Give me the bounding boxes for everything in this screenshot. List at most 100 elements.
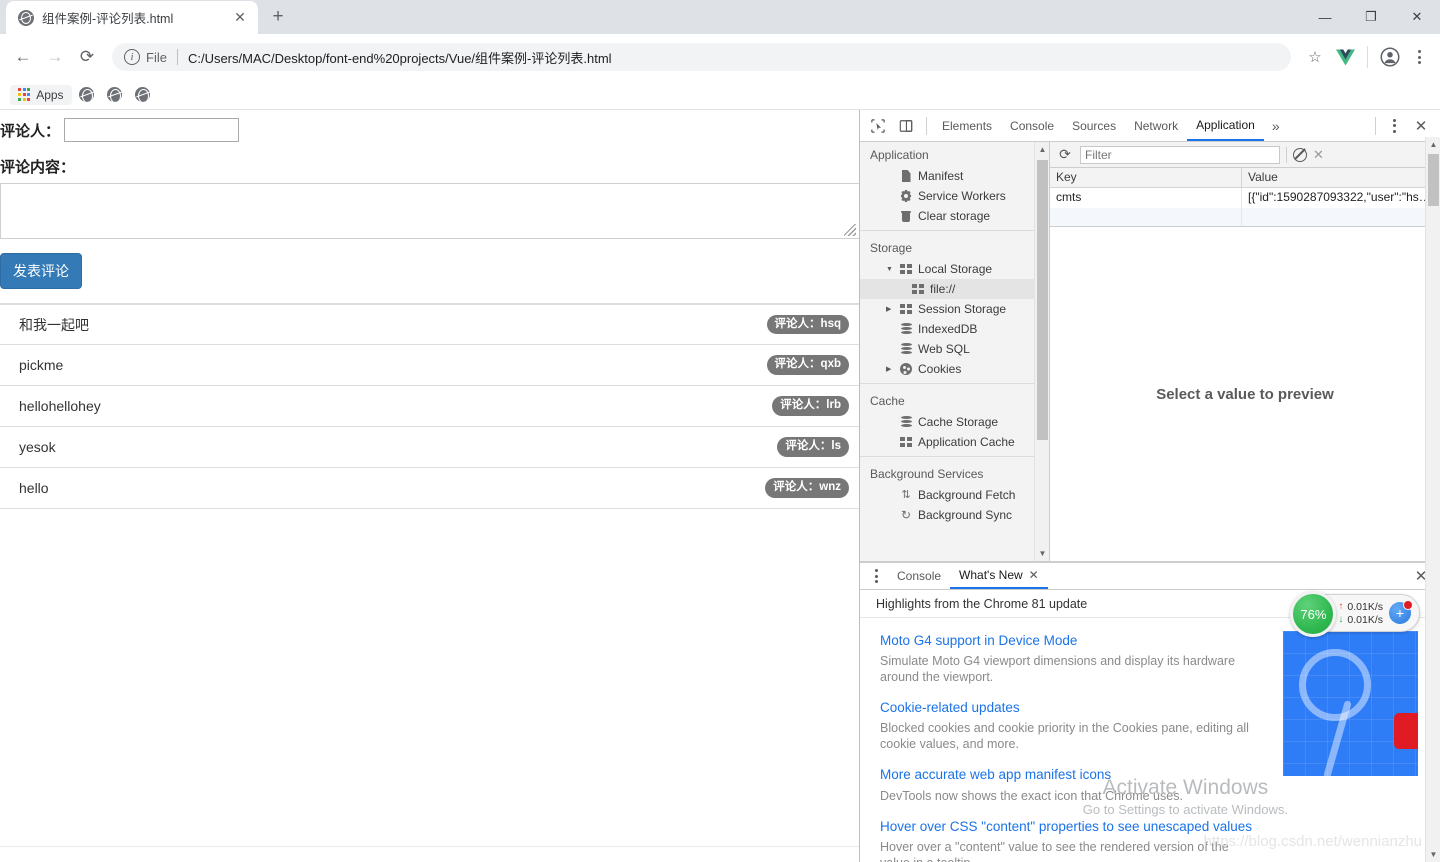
page-horizontal-scrollbar[interactable] [0,846,859,862]
chevron-right-icon[interactable]: ▶ [886,306,894,313]
storage-table: Key Value cmts [{"id":1590287093322,"user… [1050,168,1440,227]
table-header: Key Value [1050,168,1440,188]
grid-icon [899,264,913,274]
bookmark-item-2[interactable] [102,83,128,107]
whats-new-item-link[interactable]: Hover over CSS "content" properties to s… [880,818,1420,836]
page-info-icon[interactable]: i [124,49,140,65]
chevron-down-icon[interactable]: ▼ [886,266,894,273]
scroll-up-icon[interactable]: ▲ [1426,137,1440,152]
sidebar-item-cache-storage[interactable]: Cache Storage [860,412,1049,432]
author-label: 评论人： [0,122,61,140]
address-bar[interactable]: i File C:/Users/MAC/Desktop/font-end%20p… [112,43,1291,71]
sidebar-item-service-workers[interactable]: Service Workers [860,186,1049,206]
browser-tab[interactable]: 组件案例-评论列表.html ✕ [6,1,258,34]
column-header-value[interactable]: Value [1242,168,1440,187]
minimize-button[interactable]: — [1302,0,1348,34]
scrollbar-thumb[interactable] [1428,154,1439,206]
comment-author-badge: 评论人：qxb [766,355,849,375]
close-window-button[interactable]: ✕ [1394,0,1440,34]
vue-devtools-icon[interactable] [1331,43,1359,71]
devtools-tab-sources[interactable]: Sources [1063,110,1125,141]
inspect-cursor-icon[interactable] [864,113,892,139]
floating-promo-tile[interactable] [1283,631,1418,776]
memory-percent-badge[interactable]: 76% [1290,591,1337,637]
network-speed-widget[interactable]: 76% ↑ 0.01K/s ↓ 0.01K/s + [1290,591,1420,637]
web-page-content: 评论人： 评论内容： 发表评论 和我一起吧 评论人：hsq pickme 评论人：qx… [0,110,860,862]
sidebar-item-manifest[interactable]: Manifest [860,166,1049,186]
scroll-up-icon[interactable]: ▲ [1035,142,1049,157]
sidebar-item-file[interactable]: file:// [860,279,1049,299]
sidebar-item-background-fetch[interactable]: ⇅ Background Fetch [860,485,1049,505]
globe-icon [18,9,34,26]
sidebar-item-indexeddb[interactable]: IndexedDB [860,319,1049,339]
drawer-scrollbar[interactable]: ▲ ▼ [1425,137,1440,862]
more-tabs-button[interactable]: » [1264,118,1288,134]
column-header-key[interactable]: Key [1050,168,1242,187]
grid-icon [911,284,925,294]
tile-red-accent [1394,713,1418,749]
add-tool-button[interactable]: + [1389,600,1413,624]
close-icon[interactable]: ✕ [230,8,250,28]
sidebar-item-web-sql[interactable]: Web SQL [860,339,1049,359]
sidebar-section-title: Application [870,148,929,162]
devtools-tab-elements[interactable]: Elements [933,110,1001,141]
sidebar-item-application-cache[interactable]: Application Cache [860,432,1049,452]
block-icon[interactable] [1293,147,1307,162]
sidebar-item-cookies[interactable]: ▶ Cookies [860,359,1049,379]
bookmark-star-icon[interactable]: ☆ [1301,43,1329,71]
application-sidebar: Application Manifest Service Workers Clear … [860,142,1050,561]
url-text: C:/Users/MAC/Desktop/font-end%20projects… [187,50,612,66]
sidebar-item-session-storage[interactable]: ▶ Session Storage [860,299,1049,319]
browser-menu-button[interactable] [1406,43,1432,71]
devtools-tab-console[interactable]: Console [1001,110,1063,141]
comment-text: hello [19,480,49,496]
bookmark-item-1[interactable] [74,83,100,107]
database-icon [899,343,913,355]
sidebar-item-background-sync[interactable]: ↻ Background Sync [860,505,1049,525]
comment-text: pickme [19,357,64,373]
refresh-icon[interactable]: ⟳ [1056,146,1074,163]
close-icon[interactable]: ✕ [1313,147,1324,163]
devtools-tab-application[interactable]: Application [1187,110,1264,141]
badge-prefix: 评论人： [785,440,832,453]
content-label: 评论内容： [0,159,76,176]
content-textarea[interactable] [0,183,859,239]
chevron-right-icon[interactable]: ▶ [886,366,894,373]
device-toolbar-icon[interactable] [892,113,920,139]
scrollbar-thumb[interactable] [1037,160,1048,440]
drawer-menu-button[interactable] [864,563,888,589]
table-row[interactable]: cmts [{"id":1590287093322,"user":"hs… [1050,188,1440,208]
value-preview-placeholder: Select a value to preview [1050,227,1440,561]
divider [926,116,927,135]
tab-whats-new[interactable]: What's New ✕ [950,563,1048,589]
filter-input[interactable] [1080,145,1280,164]
tab-console[interactable]: Console [888,563,950,589]
avatar[interactable] [1376,43,1404,71]
devtools-tab-network[interactable]: Network [1125,110,1187,141]
author-input[interactable] [64,118,240,142]
devtools-menu-button[interactable] [1382,113,1406,139]
submit-comment-button[interactable]: 发表评论 [0,253,82,289]
bookmark-item-3[interactable] [130,83,156,107]
cell-key[interactable]: cmts [1050,188,1242,208]
maximize-button[interactable]: ❐ [1348,0,1394,34]
scroll-down-icon[interactable]: ▼ [1035,546,1049,561]
sidebar-item-label: Local Storage [918,262,993,276]
badge-prefix: 评论人： [780,399,827,412]
sidebar-scrollbar[interactable]: ▲ ▼ [1034,142,1049,561]
cell-value[interactable]: [{"id":1590287093322,"user":"hs… [1242,188,1440,208]
back-button[interactable]: ← [8,42,38,72]
sidebar-item-clear-storage[interactable]: Clear storage [860,206,1049,226]
comment-text: yesok [19,439,56,455]
sidebar-item-local-storage[interactable]: ▼ Local Storage [860,259,1049,279]
scroll-down-icon[interactable]: ▼ [1426,847,1440,862]
reload-button[interactable]: ⟳ [72,42,102,72]
close-icon[interactable]: ✕ [1029,568,1039,582]
devtools-close-button[interactable]: ✕ [1406,113,1436,139]
forward-button[interactable]: → [40,42,70,72]
comment-author-badge: 评论人：wnz [765,478,849,498]
apps-shortcut[interactable]: Apps [10,84,72,105]
new-tab-button[interactable]: + [264,3,292,31]
speed-readouts: ↑ 0.01K/s ↓ 0.01K/s [1338,601,1383,626]
window-controls: — ❐ ✕ [1302,0,1440,34]
